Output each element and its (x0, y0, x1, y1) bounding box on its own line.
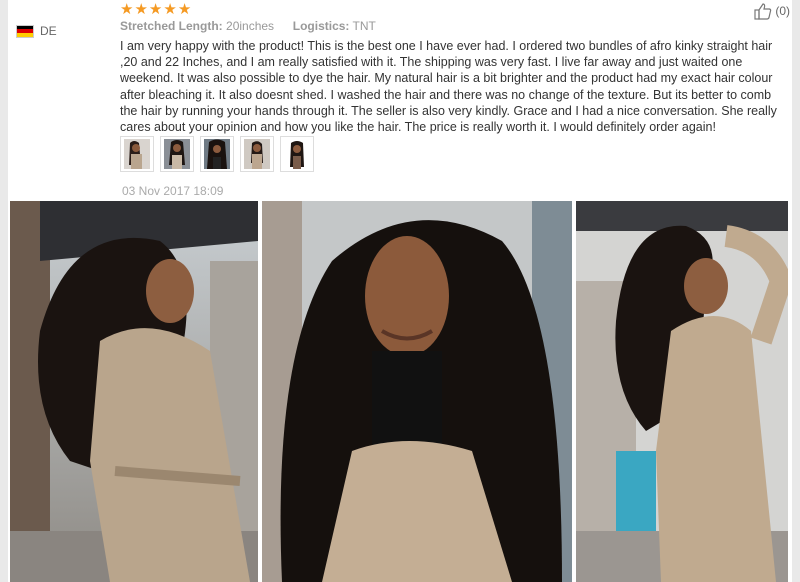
review-thumbnails (120, 136, 314, 172)
helpful-count: (0) (775, 4, 790, 18)
star-icon: ★ (148, 1, 163, 18)
review-date: 03 Nov 2017 18:09 (122, 184, 224, 198)
review-photo-side-view[interactable] (576, 201, 788, 582)
review-card: DE ★ ★ ★ ★ ★ Stretched Length: 20inches … (0, 0, 800, 582)
star-icon: ★ (177, 1, 192, 18)
star-icon: ★ (120, 1, 134, 18)
review-attributes: Stretched Length: 20inches Logistics: TN… (120, 19, 376, 33)
review-thumbnail[interactable] (200, 136, 234, 172)
length-label: Stretched Length: (120, 19, 223, 33)
logistics-value: TNT (352, 19, 376, 33)
right-border (792, 0, 800, 582)
thumbs-up-icon[interactable] (754, 2, 772, 20)
review-photo-back-view[interactable] (10, 201, 258, 582)
left-border (0, 0, 8, 582)
length-value: 20inches (226, 19, 275, 33)
star-rating: ★ ★ ★ ★ ★ (120, 2, 191, 17)
review-thumbnail[interactable] (160, 136, 194, 172)
review-thumbnail[interactable] (120, 136, 154, 172)
review-thumbnail[interactable] (240, 136, 274, 172)
review-photo-strip (10, 201, 788, 582)
review-photo-front-view[interactable] (262, 201, 572, 582)
review-text: I am very happy with the product! This i… (120, 39, 777, 135)
star-icon: ★ (134, 1, 148, 18)
helpful-button[interactable]: (0) (754, 2, 790, 20)
reviewer-country: DE (16, 24, 57, 38)
star-icon: ★ (163, 1, 177, 18)
germany-flag-icon (16, 24, 34, 38)
country-code: DE (40, 24, 57, 38)
review-thumbnail[interactable] (280, 136, 314, 172)
logistics-label: Logistics: (292, 19, 350, 33)
